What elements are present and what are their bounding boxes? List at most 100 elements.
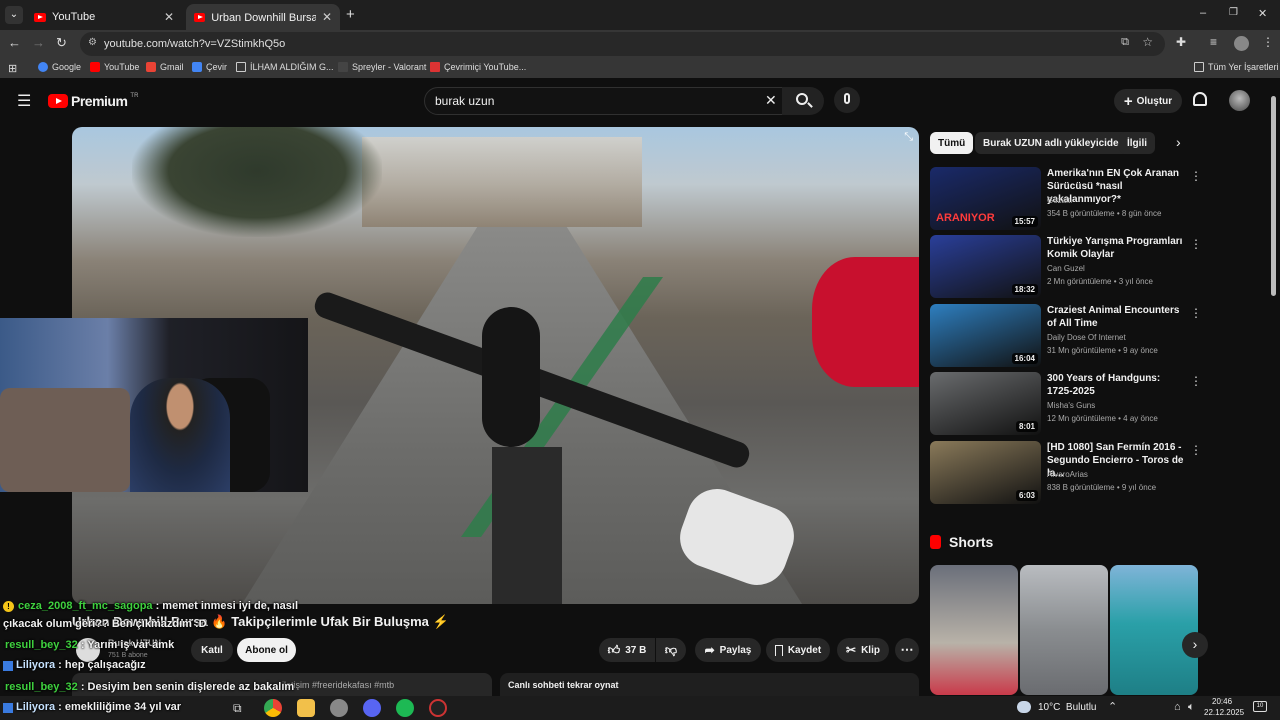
back-icon[interactable]: ← bbox=[8, 35, 21, 50]
bookmark-label: Google bbox=[52, 62, 82, 72]
recommended-video[interactable]: 6:03 [HD 1080] San Fermín 2016 - Segundo … bbox=[930, 441, 1202, 504]
short-thumbnail[interactable] bbox=[930, 565, 1018, 695]
chrome-taskbar-icon[interactable] bbox=[264, 699, 282, 717]
chip-related[interactable]: İlgili bbox=[1119, 132, 1155, 154]
media-icon[interactable]: ≡ bbox=[1210, 35, 1217, 49]
logo-text: Premium bbox=[71, 93, 128, 109]
account-avatar[interactable] bbox=[1229, 90, 1250, 111]
more-options-icon[interactable]: ⋮ bbox=[1190, 169, 1202, 183]
channel-name[interactable]: Daily Dose Of Internet bbox=[1047, 333, 1126, 342]
voice-search-button[interactable] bbox=[834, 87, 860, 113]
save-button[interactable]: Kaydet bbox=[766, 638, 830, 662]
bookmark-youtube[interactable]: YouTube bbox=[90, 62, 139, 72]
google-icon bbox=[38, 62, 48, 72]
bookmark-google[interactable]: Google bbox=[38, 62, 81, 72]
weather-text[interactable]: 10°C Bulutlu bbox=[1038, 702, 1096, 713]
new-tab-button[interactable]: + bbox=[346, 6, 355, 23]
chat-username: resull_bey_32 bbox=[5, 681, 78, 693]
more-options-icon[interactable]: ⋮ bbox=[1190, 443, 1202, 457]
channel-name[interactable]: Can Guzel bbox=[1047, 264, 1085, 273]
notifications-bell-icon[interactable] bbox=[1193, 92, 1207, 106]
more-options-icon[interactable]: ⋮ bbox=[1190, 237, 1202, 251]
like-button[interactable]: 👍︎ 37 B bbox=[599, 638, 655, 662]
more-options-icon[interactable]: ⋮ bbox=[1190, 374, 1202, 388]
dislike-button[interactable]: 👎︎ bbox=[656, 638, 686, 662]
obs-icon[interactable] bbox=[429, 699, 447, 717]
video-title[interactable]: Craziest Animal Encounters of All Time bbox=[1047, 304, 1187, 330]
channel-name[interactable]: Gözaltı bbox=[1047, 196, 1072, 205]
tab-list-icon[interactable]: ⌄ bbox=[5, 6, 23, 24]
forward-icon[interactable]: → bbox=[32, 35, 45, 50]
search-input[interactable]: burak uzun ✕ bbox=[424, 87, 786, 115]
video-title[interactable]: Türkiye Yarışma Programları Komik Olayla… bbox=[1047, 235, 1187, 261]
extensions-icon[interactable]: ✚ bbox=[1176, 35, 1186, 49]
notifications-icon[interactable]: 10 bbox=[1253, 701, 1267, 712]
apps-icon[interactable]: ⊞ bbox=[8, 62, 17, 75]
clock-date[interactable]: 22.12.2025 bbox=[1204, 708, 1244, 717]
file-explorer-icon[interactable] bbox=[297, 699, 315, 717]
browser-menu-icon[interactable]: ⋮ bbox=[1262, 35, 1274, 49]
short-thumbnail[interactable] bbox=[1020, 565, 1108, 695]
close-window-button[interactable]: ✕ bbox=[1258, 7, 1267, 20]
join-button[interactable]: Katıl bbox=[191, 638, 233, 662]
tray-chevron-icon[interactable]: ⌃ bbox=[1108, 700, 1117, 713]
more-options-icon[interactable]: ⋮ bbox=[1190, 306, 1202, 320]
network-icon[interactable]: ⌂ bbox=[1174, 701, 1181, 713]
page-scrollbar[interactable] bbox=[1271, 96, 1276, 296]
app-icon[interactable] bbox=[330, 699, 348, 717]
maximize-button[interactable]: ❐ bbox=[1229, 7, 1238, 18]
video-thumbnail[interactable]: 8:01 bbox=[930, 372, 1041, 435]
bookmark-gmail[interactable]: Gmail bbox=[146, 62, 184, 72]
close-tab-icon[interactable]: ✕ bbox=[322, 10, 332, 24]
recommended-video[interactable]: ARANIYOR 15:57 Amerika'nın EN Çok Aranan S… bbox=[930, 167, 1202, 230]
taskview-icon[interactable]: ⧉ bbox=[233, 701, 242, 716]
bookmark-folder[interactable]: İLHAM ALDIĞIM G... bbox=[236, 62, 334, 72]
video-thumbnail[interactable]: ARANIYOR 15:57 bbox=[930, 167, 1041, 230]
tab-video[interactable]: Urban Downhill Bursa 🔥 Takipç ✕ bbox=[186, 4, 340, 30]
video-title[interactable]: 300 Years of Handguns: 1725-2025 bbox=[1047, 372, 1187, 398]
bookmark-star-icon[interactable]: ☆ bbox=[1142, 35, 1153, 49]
video-thumbnail[interactable]: 6:03 bbox=[930, 441, 1041, 504]
create-button[interactable]: + Oluştur bbox=[1114, 89, 1182, 113]
miniplayer-icon[interactable]: ⤡ bbox=[904, 131, 913, 144]
volume-icon[interactable]: 🔈︎ bbox=[1188, 701, 1195, 714]
spotify-icon[interactable] bbox=[396, 699, 414, 717]
url-field[interactable]: ⚙ youtube.com/watch?v=VZStimkhQ5o ⧉ ☆ bbox=[80, 32, 1165, 56]
all-bookmarks[interactable]: Tüm Yer İşaretleri bbox=[1194, 62, 1279, 72]
channel-name[interactable]: ÁlvaroArias bbox=[1047, 470, 1088, 479]
chat-message: Liliyora : emekliliğime 34 yıl var bbox=[16, 701, 181, 713]
video-thumbnail[interactable]: 16:04 bbox=[930, 304, 1041, 367]
recommended-video[interactable]: 16:04 Craziest Animal Encounters of All T… bbox=[930, 304, 1202, 367]
minimize-button[interactable]: – bbox=[1200, 7, 1206, 19]
short-thumbnail[interactable] bbox=[1110, 565, 1198, 695]
clock-time[interactable]: 20:46 bbox=[1212, 697, 1232, 706]
recommended-video[interactable]: 8:01 300 Years of Handguns: 1725-2025 Mish… bbox=[930, 372, 1202, 435]
discord-icon[interactable] bbox=[363, 699, 381, 717]
channel-name[interactable]: Misha's Guns bbox=[1047, 401, 1095, 410]
bookmark-translate[interactable]: Çevir bbox=[192, 62, 227, 72]
close-tab-icon[interactable]: ✕ bbox=[164, 10, 174, 24]
chips-next-icon[interactable]: › bbox=[1176, 134, 1181, 150]
bookmark-valorant[interactable]: Spreyler - Valorant bbox=[338, 62, 426, 72]
video-thumbnail[interactable]: 18:32 bbox=[930, 235, 1041, 298]
tab-youtube[interactable]: YouTube ✕ bbox=[26, 4, 182, 30]
replay-chat-button[interactable]: Canlı sohbeti tekrar oynat bbox=[500, 673, 919, 696]
reload-icon[interactable]: ↻ bbox=[56, 35, 67, 51]
video-duration: 16:04 bbox=[1011, 353, 1038, 364]
site-info-icon[interactable]: ⚙ bbox=[88, 37, 97, 48]
clip-button[interactable]: ✂ Klip bbox=[837, 638, 889, 662]
share-button[interactable]: ➦ Paylaş bbox=[695, 638, 761, 662]
clear-search-icon[interactable]: ✕ bbox=[765, 92, 777, 109]
youtube-logo[interactable]: Premium TR bbox=[48, 93, 138, 109]
chip-all[interactable]: Tümü bbox=[930, 132, 974, 154]
search-button[interactable] bbox=[782, 87, 824, 115]
more-actions-button[interactable]: ⋯ bbox=[895, 638, 919, 662]
subscribe-button[interactable]: Abone ol bbox=[237, 638, 296, 662]
bookmark-online-youtube[interactable]: Çevrimiçi YouTube... bbox=[430, 62, 526, 72]
hamburger-menu-icon[interactable]: ☰ bbox=[17, 91, 31, 111]
shorts-next-button[interactable]: › bbox=[1182, 632, 1208, 658]
cast-icon[interactable]: ⧉ bbox=[1121, 36, 1129, 49]
profile-avatar[interactable] bbox=[1234, 36, 1249, 51]
chip-from-uploader[interactable]: Burak UZUN adlı yükleyiciden bbox=[975, 132, 1133, 154]
recommended-video[interactable]: 18:32 Türkiye Yarışma Programları Komik O… bbox=[930, 235, 1202, 298]
